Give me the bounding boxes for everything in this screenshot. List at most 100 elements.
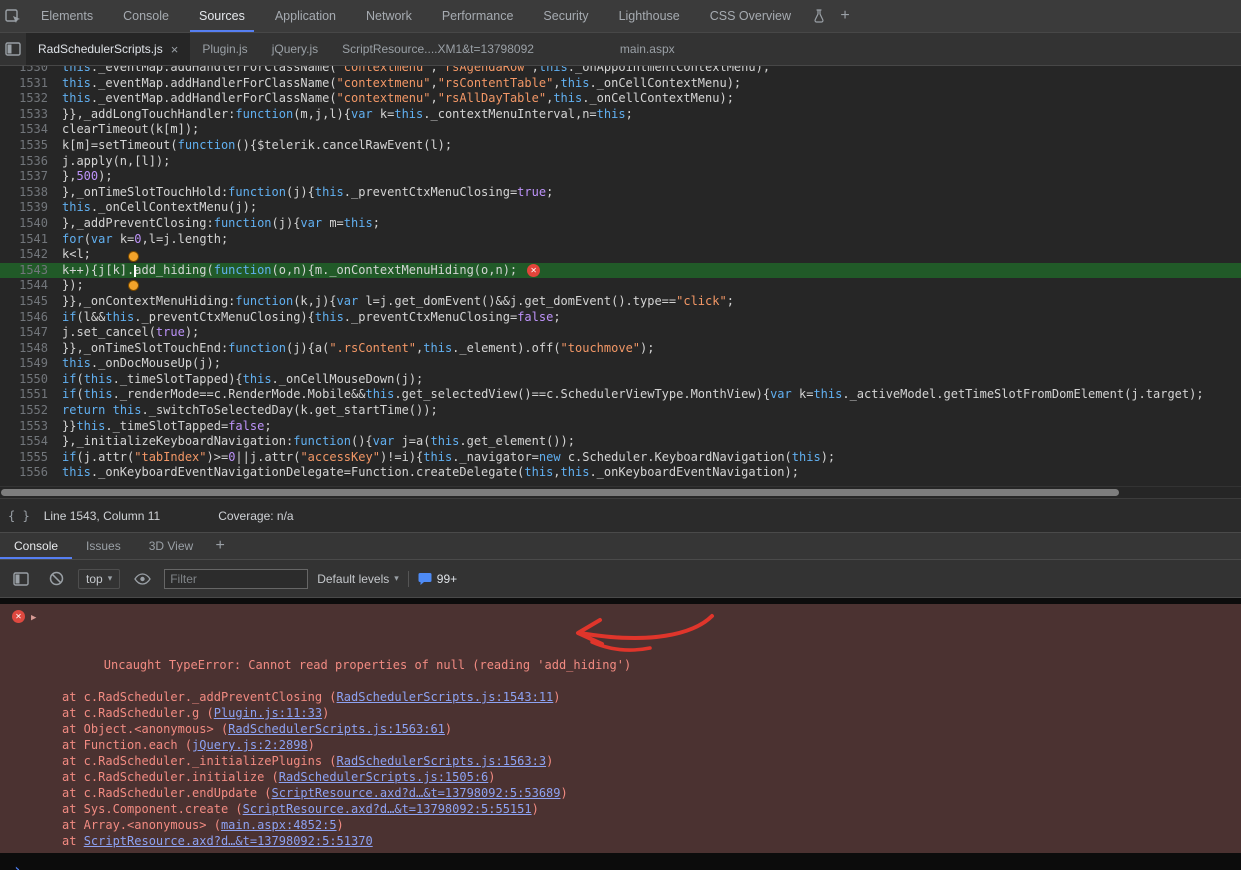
code-line-1546[interactable]: 1546if(l&&this._preventCtxMenuClosing){t… <box>0 310 1241 326</box>
line-error-icon[interactable]: ✕ <box>527 264 540 277</box>
line-number[interactable]: 1552 <box>0 403 48 419</box>
tab-application[interactable]: Application <box>266 0 345 32</box>
code-line-1535[interactable]: 1535k[m]=setTimeout(function(){$telerik.… <box>0 138 1241 154</box>
stack-link[interactable]: ScriptResource.axd?d…&t=13798092:5:53689 <box>272 786 561 800</box>
code-line-1555[interactable]: 1555if(j.attr("tabIndex")>=0||j.attr("ac… <box>0 450 1241 466</box>
stack-link[interactable]: RadSchedulerScripts.js:1505:6 <box>279 770 489 784</box>
code-line-1538[interactable]: 1538},_onTimeSlotTouchHold:function(j){t… <box>0 185 1241 201</box>
tab-lighthouse[interactable]: Lighthouse <box>610 0 689 32</box>
tab-performance[interactable]: Performance <box>433 0 523 32</box>
line-number[interactable]: 1535 <box>0 138 48 154</box>
tab-css-overview[interactable]: CSS Overview <box>701 0 800 32</box>
line-number[interactable]: 1541 <box>0 232 48 248</box>
live-expression-eye-icon[interactable] <box>129 560 155 597</box>
drawer-tab-issues[interactable]: Issues <box>72 533 135 559</box>
stack-link[interactable]: Plugin.js:11:33 <box>214 706 322 720</box>
code-line-1552[interactable]: 1552return this._switchToSelectedDay(k.g… <box>0 403 1241 419</box>
scrollbar-thumb[interactable] <box>1 489 1119 496</box>
line-number[interactable]: 1539 <box>0 200 48 216</box>
tab-network[interactable]: Network <box>357 0 421 32</box>
inspect-icon[interactable] <box>0 0 26 32</box>
line-number[interactable]: 1530 <box>0 66 48 76</box>
horizontal-scrollbar[interactable] <box>0 486 1241 498</box>
log-levels-dropdown[interactable]: Default levels ▾ <box>317 572 399 586</box>
tab-elements[interactable]: Elements <box>32 0 102 32</box>
line-number[interactable]: 1536 <box>0 154 48 170</box>
code-line-1542[interactable]: 1542k<l; <box>0 247 1241 263</box>
code-line-1547[interactable]: 1547j.set_cancel(true); <box>0 325 1241 341</box>
console-filter-input[interactable] <box>164 569 308 589</box>
stack-link[interactable]: RadSchedulerScripts.js:1563:61 <box>228 722 445 736</box>
line-number[interactable]: 1532 <box>0 91 48 107</box>
selection-handle-bottom[interactable] <box>128 280 139 291</box>
pretty-print-icon[interactable]: { } <box>8 509 30 523</box>
code-line-1549[interactable]: 1549this._onDocMouseUp(j); <box>0 356 1241 372</box>
file-tab-plugin-js[interactable]: Plugin.js <box>190 33 259 65</box>
experiments-flask-icon[interactable] <box>806 0 832 32</box>
more-drawer-tabs-icon[interactable]: + <box>207 537 233 555</box>
navigator-toggle-icon[interactable] <box>0 33 26 65</box>
code-line-1532[interactable]: 1532this._eventMap.addHandlerForClassNam… <box>0 91 1241 107</box>
tab-console[interactable]: Console <box>114 0 178 32</box>
code-line-1533[interactable]: 1533}},_addLongTouchHandler:function(m,j… <box>0 107 1241 123</box>
file-tab-jquery-js[interactable]: jQuery.js <box>260 33 330 65</box>
code-line-1544[interactable]: 1544}); <box>0 278 1241 294</box>
line-number[interactable]: 1556 <box>0 465 48 481</box>
line-number[interactable]: 1542 <box>0 247 48 263</box>
stack-link[interactable]: RadSchedulerScripts.js:1543:11 <box>337 690 554 704</box>
line-number[interactable]: 1533 <box>0 107 48 123</box>
code-line-1545[interactable]: 1545}},_onContextMenuHiding:function(k,j… <box>0 294 1241 310</box>
line-number[interactable]: 1544 <box>0 278 48 294</box>
line-number[interactable]: 1554 <box>0 434 48 450</box>
code-line-1553[interactable]: 1553}}this._timeSlotTapped=false; <box>0 419 1241 435</box>
line-number[interactable]: 1547 <box>0 325 48 341</box>
code-line-1536[interactable]: 1536j.apply(n,[l]); <box>0 154 1241 170</box>
file-tab-radschedulerscripts-js[interactable]: RadSchedulerScripts.js× <box>26 33 190 65</box>
code-line-1530[interactable]: 1530this._eventMap.addHandlerForClassNam… <box>0 66 1241 76</box>
line-number[interactable]: 1549 <box>0 356 48 372</box>
stack-link[interactable]: ScriptResource.axd?d…&t=13798092:5:55151 <box>243 802 532 816</box>
stack-link[interactable]: main.aspx:4852:5 <box>221 818 337 832</box>
stack-link[interactable]: jQuery.js:2:2898 <box>192 738 308 752</box>
line-number[interactable]: 1534 <box>0 122 48 138</box>
file-tab-scriptresource-xm1-t-13798092[interactable]: ScriptResource....XM1&t=13798092 <box>330 33 546 65</box>
line-number[interactable]: 1545 <box>0 294 48 310</box>
tab-sources[interactable]: Sources <box>190 0 254 32</box>
selection-handle-top[interactable] <box>128 251 139 262</box>
line-number[interactable]: 1548 <box>0 341 48 357</box>
code-line-1551[interactable]: 1551if(this._renderMode==c.RenderMode.Mo… <box>0 387 1241 403</box>
error-message-row[interactable]: ✕ ▶ Uncaught TypeError: Cannot read prop… <box>0 609 1241 689</box>
code-line-1548[interactable]: 1548}},_onTimeSlotTouchEnd:function(j){a… <box>0 341 1241 357</box>
expand-triangle-icon[interactable]: ▶ <box>31 610 36 626</box>
code-line-1540[interactable]: 1540},_addPreventClosing:function(j){var… <box>0 216 1241 232</box>
line-number[interactable]: 1551 <box>0 387 48 403</box>
line-number[interactable]: 1540 <box>0 216 48 232</box>
line-number[interactable]: 1546 <box>0 310 48 326</box>
code-line-1539[interactable]: 1539this._onCellContextMenu(j); <box>0 200 1241 216</box>
line-number[interactable]: 1531 <box>0 76 48 92</box>
console-sidebar-icon[interactable] <box>8 560 34 597</box>
line-number[interactable]: 1550 <box>0 372 48 388</box>
code-line-1556[interactable]: 1556this._onKeyboardEventNavigationDeleg… <box>0 465 1241 481</box>
line-number[interactable]: 1555 <box>0 450 48 466</box>
add-panel-icon[interactable]: + <box>832 7 858 25</box>
code-line-1543[interactable]: 1543k++){j[k].add_hiding(function(o,n){m… <box>0 263 1241 279</box>
context-selector[interactable]: top ▾ <box>78 569 120 589</box>
line-number[interactable]: 1543 <box>0 263 48 279</box>
drawer-tab-console[interactable]: Console <box>0 533 72 559</box>
clear-console-icon[interactable] <box>43 560 69 597</box>
close-tab-icon[interactable]: × <box>171 42 179 57</box>
code-line-1541[interactable]: 1541for(var k=0,l=j.length; <box>0 232 1241 248</box>
code-line-1550[interactable]: 1550if(this._timeSlotTapped){this._onCel… <box>0 372 1241 388</box>
tab-security[interactable]: Security <box>534 0 597 32</box>
console-input[interactable] <box>29 863 1241 870</box>
line-number[interactable]: 1553 <box>0 419 48 435</box>
code-line-1554[interactable]: 1554},_initializeKeyboardNavigation:func… <box>0 434 1241 450</box>
stack-link[interactable]: ScriptResource.axd?d…&t=13798092:5:51370 <box>84 834 373 848</box>
drawer-tab-3d-view[interactable]: 3D View <box>135 533 207 559</box>
file-tab-main-aspx[interactable]: main.aspx <box>608 33 687 65</box>
stack-link[interactable]: RadSchedulerScripts.js:1563:3 <box>337 754 547 768</box>
code-line-1531[interactable]: 1531this._eventMap.addHandlerForClassNam… <box>0 76 1241 92</box>
source-editor[interactable]: 1530this._eventMap.addHandlerForClassNam… <box>0 66 1241 486</box>
line-number[interactable]: 1537 <box>0 169 48 185</box>
